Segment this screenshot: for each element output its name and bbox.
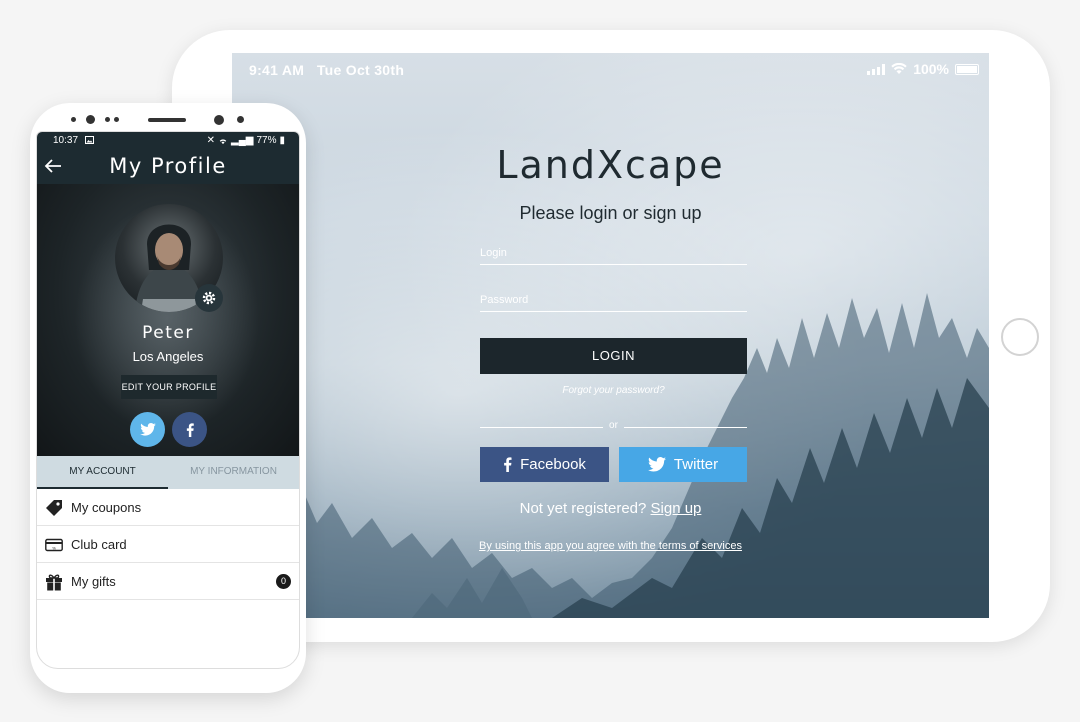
phone-signal-icon: ▂▄▆ [231,135,254,146]
image-notification-icon [84,136,94,144]
gift-icon [46,574,62,591]
twitter-icon [139,423,156,436]
app-logo: LandXcape [496,143,725,187]
twitter-icon [647,457,666,472]
facebook-icon [504,457,512,472]
forest-background [232,293,989,618]
tag-icon [46,500,62,516]
tablet-login-screen: 9:41 AM Tue Oct 30th 100% LandXcape Plea… [232,53,989,618]
facebook-profile-button[interactable] [172,412,207,447]
login-input[interactable]: Login [480,245,747,265]
menu-item-label: Club card [71,536,127,552]
password-placeholder: Password [480,294,529,306]
menu-item-label: My gifts [71,573,116,589]
or-label: or [609,420,618,431]
wifi-icon [891,63,907,74]
battery-icon [955,63,979,75]
phone-device: 10:37 ✕ ▂▄▆ 77% ▮ My Profile Peter Los A… [30,103,306,693]
menu-item-label: My coupons [71,499,142,515]
battery-percent: 100% [913,61,949,77]
or-divider: or [480,420,747,434]
profile-name: Peter [142,323,194,343]
terms-link[interactable]: By using this app you agree with the ter… [232,540,989,552]
password-input[interactable]: Password [480,292,747,312]
phone-speaker [148,118,186,122]
twitter-login-button[interactable]: Twitter [619,447,747,482]
profile-hero: Peter Los Angeles EDIT YOUR PROFILE [37,184,299,456]
phone-status-time: 10:37 [53,135,94,146]
signup-link[interactable]: Sign up [651,500,702,517]
facebook-login-button[interactable]: Facebook [480,447,609,482]
profile-tabs: MY ACCOUNT MY INFORMATION [37,456,299,489]
gifts-count-badge: 0 [276,574,291,589]
tablet-status-bar: 9:41 AM Tue Oct 30th 100% [232,53,989,83]
settings-gear-icon[interactable] [195,284,223,312]
phone-profile-screen: 10:37 ✕ ▂▄▆ 77% ▮ My Profile Peter Los A… [36,131,300,669]
facebook-icon [186,422,194,437]
tab-my-account[interactable]: MY ACCOUNT [37,456,168,489]
register-prompt: Not yet registered? Sign up [519,500,702,517]
svg-text:%: % [52,546,56,551]
phone-battery-icon: ▮ [279,135,285,146]
phone-status-bar: 10:37 ✕ ▂▄▆ 77% ▮ [37,132,299,148]
twitter-label: Twitter [673,456,719,473]
profile-header: 10:37 ✕ ▂▄▆ 77% ▮ My Profile [37,132,299,184]
phone-wifi-icon [219,138,227,144]
menu-item-gifts[interactable]: My gifts 0 [37,563,299,600]
mute-icon: ✕ [206,135,215,146]
tablet-home-button[interactable] [1001,318,1039,356]
page-title: My Profile [109,154,227,178]
menu-item-club-card[interactable]: % Club card [37,526,299,563]
facebook-label: Facebook [520,456,586,473]
forgot-password-link[interactable]: Forgot your password? [480,385,747,396]
login-button[interactable]: LOGIN [480,338,747,374]
twitter-profile-button[interactable] [130,412,165,447]
profile-city: Los Angeles [132,349,204,364]
login-placeholder: Login [480,247,507,259]
status-time: 9:41 AM Tue Oct 30th [249,62,405,78]
phone-battery-percent: 77% [256,135,277,146]
card-icon: % [45,538,63,552]
login-subtitle: Please login or sign up [519,203,702,223]
tab-my-information[interactable]: MY INFORMATION [168,456,299,489]
phone-top-bezel [30,103,306,133]
edit-profile-button[interactable]: EDIT YOUR PROFILE [121,375,217,399]
signal-icon [867,63,886,75]
mockup-stage: 9:41 AM Tue Oct 30th 100% LandXcape Plea… [0,0,1080,722]
menu-item-coupons[interactable]: My coupons [37,489,299,526]
account-menu: My coupons % Club card My gifts 0 [37,489,299,600]
